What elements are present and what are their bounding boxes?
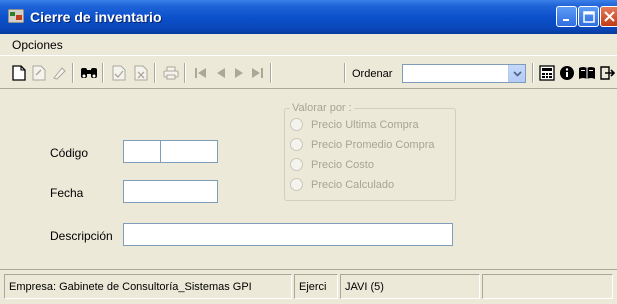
previous-record-icon[interactable]	[212, 63, 230, 83]
descripcion-field[interactable]	[123, 223, 453, 246]
status-bar: Empresa: Gabinete de Consultoría_Sistema…	[0, 269, 617, 304]
status-user-text: JAVI (5)	[345, 280, 384, 293]
status-extra	[482, 274, 613, 299]
app-icon	[7, 8, 25, 24]
radio-button[interactable]	[290, 138, 303, 151]
maximize-button[interactable]	[578, 6, 599, 27]
radio-label: Precio Promedio Compra	[311, 138, 435, 151]
cancel-icon[interactable]	[132, 63, 150, 83]
radio-label: Precio Costo	[311, 158, 374, 171]
info-icon[interactable]	[558, 63, 576, 83]
order-label: Ordenar	[352, 68, 393, 80]
minimize-button[interactable]	[556, 6, 577, 27]
toolbar-separator	[154, 63, 156, 83]
radio-precio-calculado[interactable]: Precio Calculado	[290, 178, 394, 191]
last-record-icon[interactable]	[248, 63, 266, 83]
calculator-icon[interactable]	[538, 63, 556, 83]
radio-precio-costo[interactable]: Precio Costo	[290, 158, 374, 171]
exit-icon[interactable]	[598, 63, 616, 83]
print-icon[interactable]	[162, 63, 180, 83]
close-button[interactable]	[600, 6, 617, 27]
book-icon[interactable]	[578, 63, 596, 83]
toolbar-separator	[532, 63, 534, 83]
fecha-label: Fecha	[50, 186, 84, 200]
codigo-field-2[interactable]	[160, 140, 218, 163]
status-user: JAVI (5)	[340, 274, 480, 299]
status-ejerci-text: Ejerci	[299, 280, 327, 293]
status-empresa: Empresa: Gabinete de Consultoría_Sistema…	[4, 274, 292, 299]
new-icon[interactable]	[10, 63, 28, 83]
radio-button[interactable]	[290, 118, 303, 131]
title-bar[interactable]: Cierre de inventario	[0, 0, 617, 34]
fecha-field[interactable]	[123, 180, 218, 203]
edit-icon[interactable]	[30, 63, 48, 83]
toolbar: Ordenar	[0, 57, 617, 89]
inventory-close-window: Cierre de inventario Opciones Ordenar Có…	[0, 0, 617, 304]
radio-precio-promedio-compra[interactable]: Precio Promedio Compra	[290, 138, 435, 151]
radio-label: Precio Ultima Compra	[311, 118, 419, 131]
toolbar-separator	[184, 63, 186, 83]
toolbar-separator	[72, 63, 74, 83]
menu-options[interactable]: Opciones	[12, 38, 63, 52]
radio-button[interactable]	[290, 178, 303, 191]
toolbar-separator	[270, 63, 272, 83]
search-binoculars-icon[interactable]	[80, 63, 98, 83]
first-record-icon[interactable]	[192, 63, 210, 83]
codigo-field-1[interactable]	[123, 140, 161, 163]
radio-button[interactable]	[290, 158, 303, 171]
valorar-group-legend: Valorar por :	[290, 102, 354, 114]
window-title: Cierre de inventario	[30, 9, 162, 25]
chevron-down-icon[interactable]	[508, 65, 525, 82]
status-ejerci: Ejerci	[294, 274, 338, 299]
accept-icon[interactable]	[110, 63, 128, 83]
form-area: Código Fecha Descripción Valorar por : P…	[0, 90, 617, 268]
codigo-label: Código	[50, 146, 89, 160]
toolbar-separator	[344, 63, 346, 83]
radio-label: Precio Calculado	[311, 178, 395, 191]
next-record-icon[interactable]	[230, 63, 248, 83]
menu-bar: Opciones	[0, 34, 617, 56]
descripcion-label: Descripción	[50, 229, 113, 243]
order-select[interactable]	[402, 64, 526, 83]
erase-icon[interactable]	[50, 63, 68, 83]
radio-precio-ultima-compra[interactable]: Precio Ultima Compra	[290, 118, 419, 131]
toolbar-separator	[102, 63, 104, 83]
status-empresa-text: Empresa: Gabinete de Consultoría_Sistema…	[9, 280, 252, 293]
